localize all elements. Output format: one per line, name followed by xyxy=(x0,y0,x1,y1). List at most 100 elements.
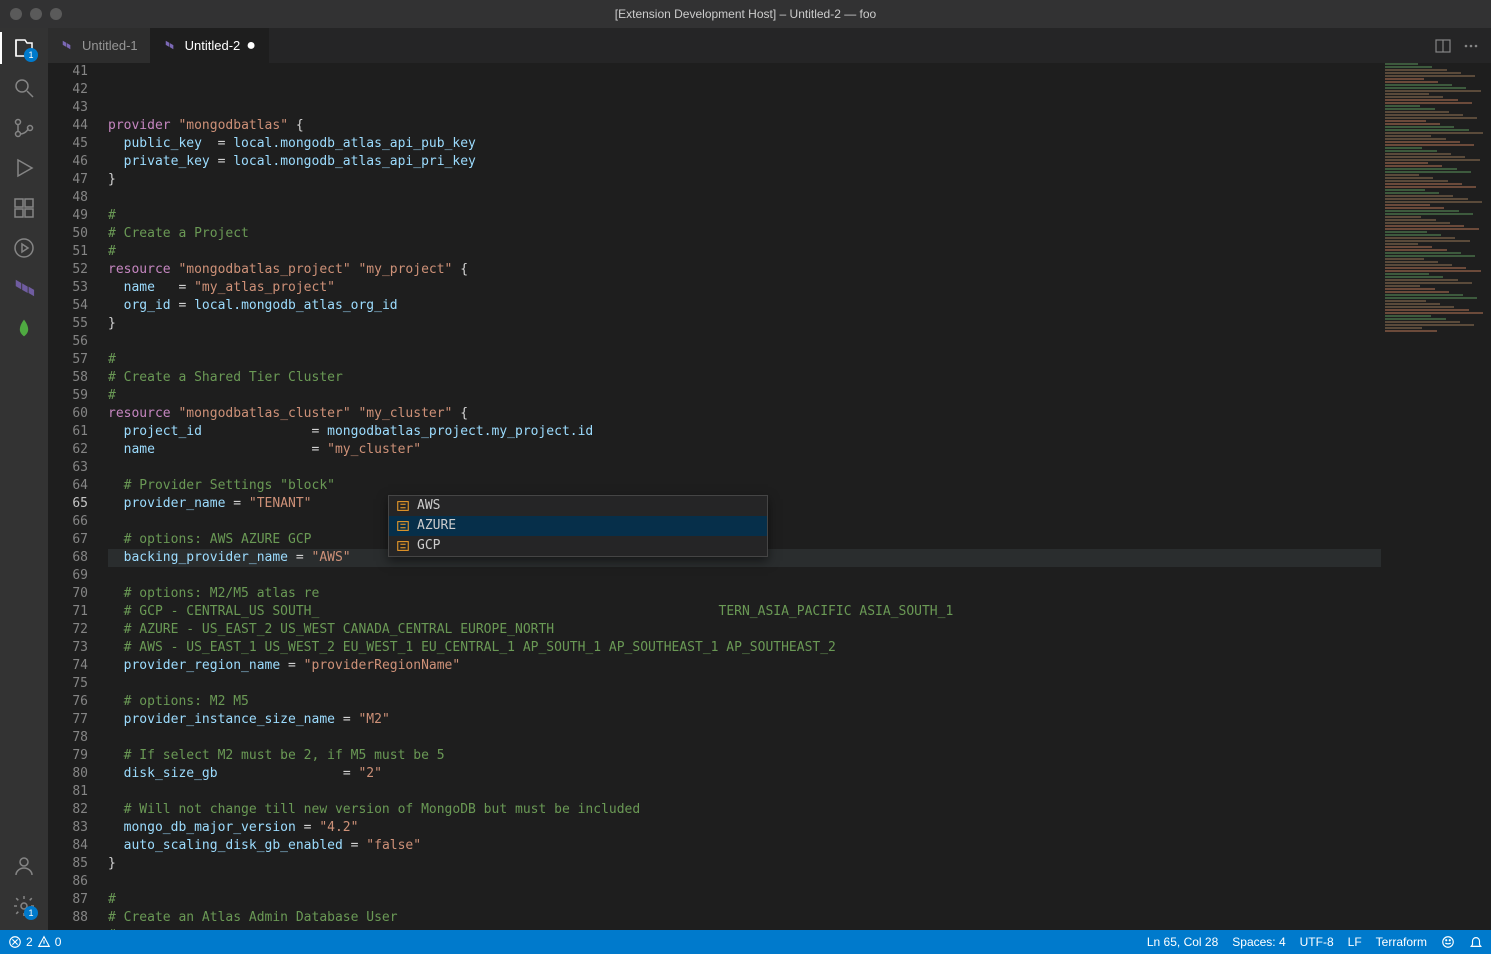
code-line[interactable]: mongo_db_major_version = "4.2" xyxy=(108,819,1491,837)
code-line[interactable] xyxy=(108,513,1491,531)
eol-setting[interactable]: LF xyxy=(1348,935,1362,949)
code-line[interactable]: # xyxy=(108,207,1491,225)
line-number: 86 xyxy=(48,873,88,891)
code-line[interactable]: # Will not change till new version of Mo… xyxy=(108,801,1491,819)
line-number-gutter: 4142434445464748495051525354555657585960… xyxy=(48,63,104,930)
encoding-setting[interactable]: UTF-8 xyxy=(1300,935,1334,949)
cursor-position[interactable]: Ln 65, Col 28 xyxy=(1147,935,1218,949)
line-number: 59 xyxy=(48,387,88,405)
code-line[interactable]: # options: AWS AZURE GCP xyxy=(108,531,1491,549)
minimap[interactable] xyxy=(1381,63,1491,930)
indent-setting[interactable]: Spaces: 4 xyxy=(1232,935,1285,949)
enum-member-icon xyxy=(395,519,411,533)
code-line[interactable]: resource "mongodbatlas_project" "my_proj… xyxy=(108,261,1491,279)
code-line[interactable]: org_id = local.mongodb_atlas_org_id xyxy=(108,297,1491,315)
code-line[interactable] xyxy=(108,873,1491,891)
code-editor[interactable]: 4142434445464748495051525354555657585960… xyxy=(48,63,1491,930)
code-line[interactable]: name = "my_cluster" xyxy=(108,441,1491,459)
settings-badge: 1 xyxy=(24,906,38,920)
code-line[interactable]: provider_instance_size_name = "M2" xyxy=(108,711,1491,729)
account-icon[interactable] xyxy=(12,854,36,878)
code-line[interactable] xyxy=(108,189,1491,207)
explorer-badge: 1 xyxy=(24,48,38,62)
language-mode[interactable]: Terraform xyxy=(1376,935,1427,949)
code-content[interactable]: AWSAZURE GCP provider "mongodbatlas" { pu… xyxy=(104,63,1491,930)
line-number: 62 xyxy=(48,441,88,459)
extensions-icon[interactable] xyxy=(12,196,36,220)
code-line[interactable] xyxy=(108,675,1491,693)
tab-untitled-1[interactable]: Untitled-1 xyxy=(48,28,151,63)
code-line[interactable]: # xyxy=(108,351,1491,369)
code-line[interactable] xyxy=(108,729,1491,747)
code-line[interactable]: auto_scaling_disk_gb_enabled = "false" xyxy=(108,837,1491,855)
code-line[interactable] xyxy=(108,783,1491,801)
code-line[interactable]: disk_size_gb = "2" xyxy=(108,765,1491,783)
code-line[interactable]: provider_region_name = "providerRegionNa… xyxy=(108,657,1491,675)
code-line[interactable]: # If select M2 must be 2, if M5 must be … xyxy=(108,747,1491,765)
autocomplete-item-gcp[interactable]: GCP xyxy=(389,536,767,556)
source-control-icon[interactable] xyxy=(12,116,36,140)
code-line[interactable]: resource "mongodbatlas_cluster" "my_clus… xyxy=(108,405,1491,423)
code-line[interactable]: # GCP - CENTRAL_US SOUTH_ TERN_ASIA_PACI… xyxy=(108,603,1491,621)
autocomplete-label: GCP xyxy=(417,537,440,555)
code-line[interactable] xyxy=(108,459,1491,477)
code-line[interactable] xyxy=(108,333,1491,351)
code-line[interactable]: # Provider Settings "block" xyxy=(108,477,1491,495)
line-number: 61 xyxy=(48,423,88,441)
code-line[interactable] xyxy=(108,567,1491,585)
code-line[interactable]: provider "mongodbatlas" { xyxy=(108,117,1491,135)
code-line[interactable]: # options: M2/M5 atlas re xyxy=(108,585,1491,603)
settings-icon[interactable]: 1 xyxy=(12,894,36,918)
code-line[interactable]: # xyxy=(108,243,1491,261)
search-icon[interactable] xyxy=(12,76,36,100)
code-line[interactable]: } xyxy=(108,855,1491,873)
more-actions-icon[interactable] xyxy=(1463,38,1479,54)
minimize-window-button[interactable] xyxy=(30,8,42,20)
explorer-icon[interactable]: 1 xyxy=(12,36,36,60)
code-line[interactable]: backing_provider_name = "AWS" xyxy=(108,549,1491,567)
autocomplete-label: AZURE xyxy=(417,517,456,535)
line-number: 43 xyxy=(48,99,88,117)
tab-label: Untitled-1 xyxy=(82,38,138,53)
run-extension-icon[interactable] xyxy=(12,236,36,260)
editor-area: Untitled-1 Untitled-2● 414243444546474849… xyxy=(48,28,1491,930)
code-line[interactable]: provider_name = "TENANT" xyxy=(108,495,1491,513)
autocomplete-item-aws[interactable]: AWS xyxy=(389,496,767,516)
line-number: 70 xyxy=(48,585,88,603)
maximize-window-button[interactable] xyxy=(50,8,62,20)
line-number: 60 xyxy=(48,405,88,423)
terraform-icon xyxy=(163,38,179,54)
line-number: 44 xyxy=(48,117,88,135)
code-line[interactable]: # AZURE - US_EAST_2 US_WEST CANADA_CENTR… xyxy=(108,621,1491,639)
code-line[interactable]: # Create an Atlas Admin Database User xyxy=(108,909,1491,927)
code-line[interactable]: project_id = mongodbatlas_project.my_pro… xyxy=(108,423,1491,441)
code-line[interactable]: # xyxy=(108,387,1491,405)
autocomplete-item-azure[interactable]: AZURE xyxy=(389,516,767,536)
autocomplete-popup[interactable]: AWSAZURE GCP xyxy=(388,495,768,557)
mongodb-ext-icon[interactable] xyxy=(12,316,36,340)
line-number: 46 xyxy=(48,153,88,171)
code-line[interactable]: private_key = local.mongodb_atlas_api_pr… xyxy=(108,153,1491,171)
tab-untitled-2[interactable]: Untitled-2● xyxy=(151,28,269,63)
feedback-icon[interactable] xyxy=(1441,935,1455,949)
statusbar: 2 0 Ln 65, Col 28 Spaces: 4 UTF-8 LF Ter… xyxy=(0,930,1491,954)
code-line[interactable]: # options: M2 M5 xyxy=(108,693,1491,711)
code-line[interactable]: # xyxy=(108,927,1491,930)
terraform-ext-icon[interactable] xyxy=(12,276,36,300)
code-line[interactable]: } xyxy=(108,315,1491,333)
code-line[interactable]: # xyxy=(108,891,1491,909)
problems-button[interactable]: 2 0 xyxy=(8,935,61,949)
notifications-icon[interactable] xyxy=(1469,935,1483,949)
line-number: 63 xyxy=(48,459,88,477)
code-line[interactable]: name = "my_atlas_project" xyxy=(108,279,1491,297)
code-line[interactable]: public_key = local.mongodb_atlas_api_pub… xyxy=(108,135,1491,153)
run-debug-icon[interactable] xyxy=(12,156,36,180)
code-line[interactable]: # AWS - US_EAST_1 US_WEST_2 EU_WEST_1 EU… xyxy=(108,639,1491,657)
line-number: 72 xyxy=(48,621,88,639)
close-window-button[interactable] xyxy=(10,8,22,20)
code-line[interactable]: # Create a Project xyxy=(108,225,1491,243)
code-line[interactable]: # Create a Shared Tier Cluster xyxy=(108,369,1491,387)
line-number: 73 xyxy=(48,639,88,657)
split-editor-icon[interactable] xyxy=(1435,38,1451,54)
code-line[interactable]: } xyxy=(108,171,1491,189)
